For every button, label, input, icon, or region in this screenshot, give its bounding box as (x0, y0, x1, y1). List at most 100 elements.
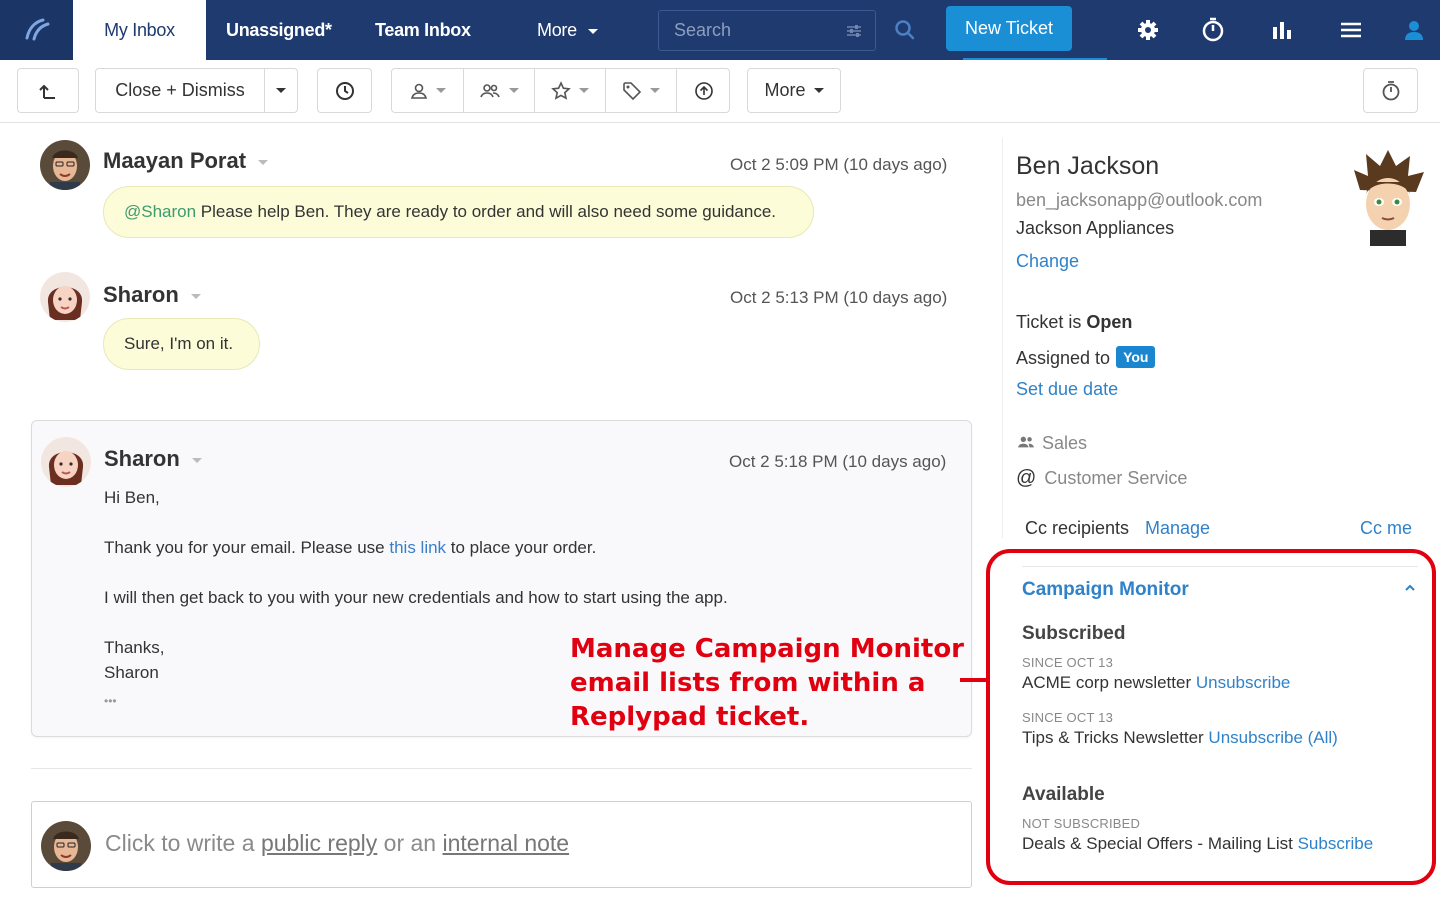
bar-chart-icon[interactable] (1266, 14, 1298, 46)
subscribed-list-item: ACME corp newsletter Unsubscribe (1022, 673, 1290, 693)
message-text: Please help Ben. They are ready to order… (196, 202, 777, 221)
cc-manage-link[interactable]: Manage (1145, 518, 1210, 539)
available-list-item: Deals & Special Offers - Mailing List Su… (1022, 834, 1373, 854)
email-signoff: Thanks, (104, 638, 165, 657)
public-reply-link[interactable]: public reply (261, 830, 377, 856)
email-greeting: Hi Ben, (104, 488, 160, 507)
divider (1022, 566, 1418, 567)
more-actions-button[interactable]: More (747, 68, 841, 113)
search-input[interactable]: Search (658, 10, 876, 51)
chevron-down-icon (275, 88, 286, 93)
subscription-since: SINCE OCT 13 (1022, 655, 1114, 670)
subscription-since: SINCE OCT 13 (1022, 710, 1114, 725)
avatar (41, 821, 91, 871)
channel-row[interactable]: @ Customer Service (1016, 467, 1187, 490)
show-quoted-text-button[interactable]: ••• (104, 694, 117, 708)
app-logo[interactable] (0, 0, 73, 60)
reply-prompt-text: Click to write a (105, 830, 261, 856)
priority-button[interactable] (535, 69, 605, 112)
new-ticket-button[interactable]: New Ticket (946, 6, 1072, 51)
message-author[interactable]: Sharon (104, 446, 202, 472)
tab-team-inbox[interactable]: Team Inbox (375, 0, 471, 60)
annotation-callout: Manage Campaign Monitor email lists from… (570, 632, 964, 734)
subscribed-heading: Subscribed (1022, 623, 1126, 644)
at-sign-icon: @ (1016, 467, 1037, 489)
avatar (41, 437, 91, 487)
user-icon[interactable] (1398, 14, 1430, 46)
close-dismiss-dropdown[interactable] (264, 69, 297, 112)
message-text: Sure, I'm on it. (124, 334, 234, 353)
message-time: Oct 2 5:13 PM (10 days ago) (730, 288, 948, 307)
channel-name: Customer Service (1044, 468, 1188, 488)
ticket-toolbar: Close + Dismiss More (0, 60, 1440, 123)
clock-icon (335, 81, 354, 100)
message-author[interactable]: Maayan Porat (103, 148, 269, 174)
star-icon (551, 80, 571, 100)
assign-group-button[interactable] (464, 69, 534, 112)
gear-icon[interactable] (1132, 14, 1164, 46)
internal-note-bubble: Sure, I'm on it. (103, 318, 260, 370)
internal-note-link[interactable]: internal note (443, 830, 570, 856)
group-name: Sales (1042, 433, 1088, 453)
campaign-monitor-title[interactable]: Campaign Monitor (1022, 579, 1189, 601)
sharon-avatar-icon (40, 272, 90, 322)
chevron-down-icon (258, 159, 269, 165)
ticket-status-label: Ticket is (1016, 312, 1087, 332)
list-name: Deals & Special Offers - Mailing List (1022, 834, 1293, 853)
tab-more[interactable]: More (537, 0, 598, 60)
reply-prompt: Click to write a public reply or an inte… (105, 830, 569, 857)
cc-me-link[interactable]: Cc me (1360, 518, 1412, 539)
panel-divider (1002, 138, 1003, 538)
list-name: Tips & Tricks Newsletter (1022, 728, 1204, 747)
message-author[interactable]: Sharon (103, 282, 201, 308)
filter-sliders-icon[interactable] (845, 11, 863, 50)
reply-box[interactable]: Click to write a public reply or an inte… (31, 801, 972, 888)
chevron-up-icon[interactable] (1404, 580, 1416, 598)
chevron-down-icon (587, 28, 598, 34)
subscription-status: NOT SUBSCRIBED (1022, 816, 1141, 831)
tag-button[interactable] (606, 69, 676, 112)
cc-recipients-label: Cc recipients (1025, 518, 1130, 538)
contact-name[interactable]: Ben Jackson (1016, 152, 1159, 181)
email-paragraph: I will then get back to you with your ne… (104, 588, 728, 607)
order-link[interactable]: this link (389, 538, 446, 557)
menu-icon[interactable] (1335, 14, 1367, 46)
close-dismiss-button[interactable]: Close + Dismiss (96, 80, 264, 101)
replypad-logo-icon (25, 18, 49, 41)
email-text: Thank you for your email. Please use (104, 538, 390, 557)
chevron-down-icon (191, 457, 202, 463)
set-due-date-link[interactable]: Set due date (1016, 379, 1118, 400)
available-heading: Available (1022, 784, 1105, 805)
mention-link[interactable]: @Sharon (124, 202, 196, 221)
maayan-avatar-icon (40, 140, 90, 190)
subscribed-list-item: Tips & Tricks Newsletter Unsubscribe (Al… (1022, 728, 1338, 748)
tab-unassigned[interactable]: Unassigned* (226, 0, 332, 60)
avatar (40, 272, 90, 322)
move-up-button[interactable] (677, 69, 730, 112)
more-actions-label: More (764, 80, 806, 100)
timer-icon[interactable] (1197, 14, 1229, 46)
group-row[interactable]: Sales (1016, 433, 1087, 454)
annotation-line: email lists from within a (570, 668, 926, 698)
assignee-badge[interactable]: You (1116, 346, 1156, 368)
tab-my-inbox[interactable]: My Inbox (73, 0, 206, 60)
unsubscribe-link[interactable]: Unsubscribe (1196, 673, 1291, 692)
ben-avatar-icon (1354, 150, 1424, 246)
search-icon[interactable] (889, 14, 921, 46)
internal-note-bubble: @Sharon Please help Ben. They are ready … (103, 186, 814, 238)
chevron-down-icon (650, 88, 660, 93)
ticket-status-value[interactable]: Open (1086, 312, 1132, 332)
assignment: Assigned to You (1016, 346, 1156, 369)
maayan-avatar-icon (41, 821, 91, 871)
author-name: Maayan Porat (103, 148, 247, 173)
snooze-button[interactable] (317, 68, 372, 113)
unsubscribe-all-link[interactable]: Unsubscribe (All) (1208, 728, 1337, 747)
assign-agent-button[interactable] (392, 69, 463, 112)
time-tracker-button[interactable] (1363, 68, 1418, 113)
contact-company: Jackson Appliances (1016, 218, 1175, 238)
back-button[interactable] (17, 68, 79, 113)
sharon-avatar-icon (41, 437, 91, 487)
subscribe-link[interactable]: Subscribe (1298, 834, 1374, 853)
email-text: to place your order. (446, 538, 597, 557)
change-contact-link[interactable]: Change (1016, 251, 1079, 272)
